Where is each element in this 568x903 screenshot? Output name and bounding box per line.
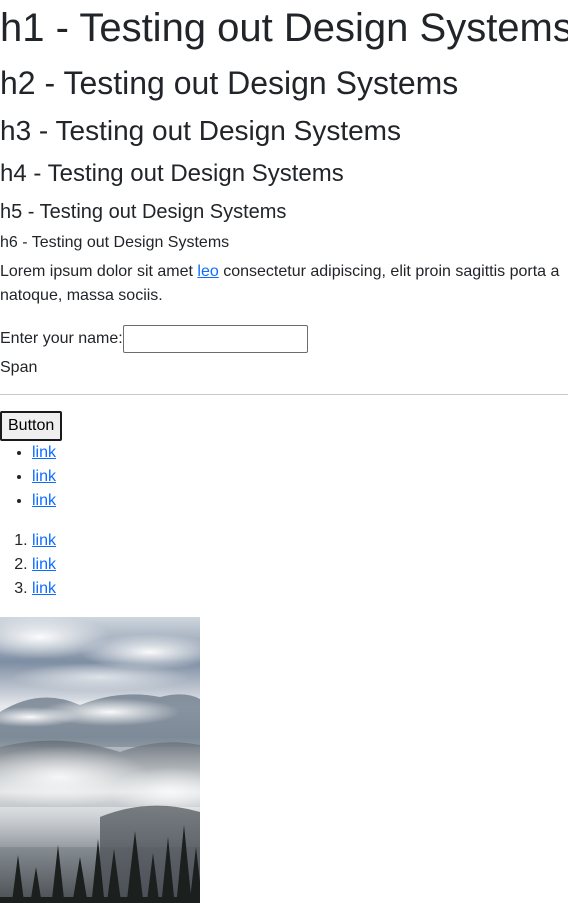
name-form: Enter your name: [0, 324, 568, 354]
list-link[interactable]: link [32, 532, 56, 549]
list-link[interactable]: link [32, 580, 56, 597]
heading-h2: h2 - Testing out Design Systems [0, 65, 459, 101]
span-text: Span [0, 358, 38, 376]
heading-h6: h6 - Testing out Design Systems [0, 233, 230, 251]
paragraph-text-start: Lorem ipsum dolor sit amet [0, 262, 198, 280]
list-link[interactable]: link [32, 468, 56, 485]
primary-button[interactable]: Button [0, 410, 63, 441]
heading-h5: h5 - Testing out Design Systems [0, 200, 287, 223]
name-label: Enter your name: [0, 329, 123, 347]
lorem-paragraph: Lorem ipsum dolor sit amet leo consectet… [0, 260, 568, 308]
name-input[interactable] [122, 324, 308, 353]
ordered-list: link link link [0, 529, 568, 601]
list-item: link [32, 441, 568, 465]
heading-h1: h1 - Testing out Design Systems [0, 6, 568, 50]
unordered-list: link link link [0, 441, 568, 513]
list-link[interactable]: link [32, 492, 56, 509]
list-item: link [32, 529, 568, 553]
list-item: link [32, 553, 568, 577]
list-link[interactable]: link [32, 556, 56, 573]
mountain-forest-image [0, 616, 200, 903]
list-item: link [32, 489, 568, 513]
list-item: link [32, 465, 568, 489]
heading-h4: h4 - Testing out Design Systems [0, 159, 344, 187]
page: h1 - Testing out Design Systems h2 - Tes… [0, 0, 568, 903]
list-link[interactable]: link [32, 444, 56, 461]
list-item: link [32, 577, 568, 601]
divider [0, 393, 568, 395]
inline-link-leo[interactable]: leo [197, 263, 218, 280]
heading-h3: h3 - Testing out Design Systems [0, 115, 402, 147]
